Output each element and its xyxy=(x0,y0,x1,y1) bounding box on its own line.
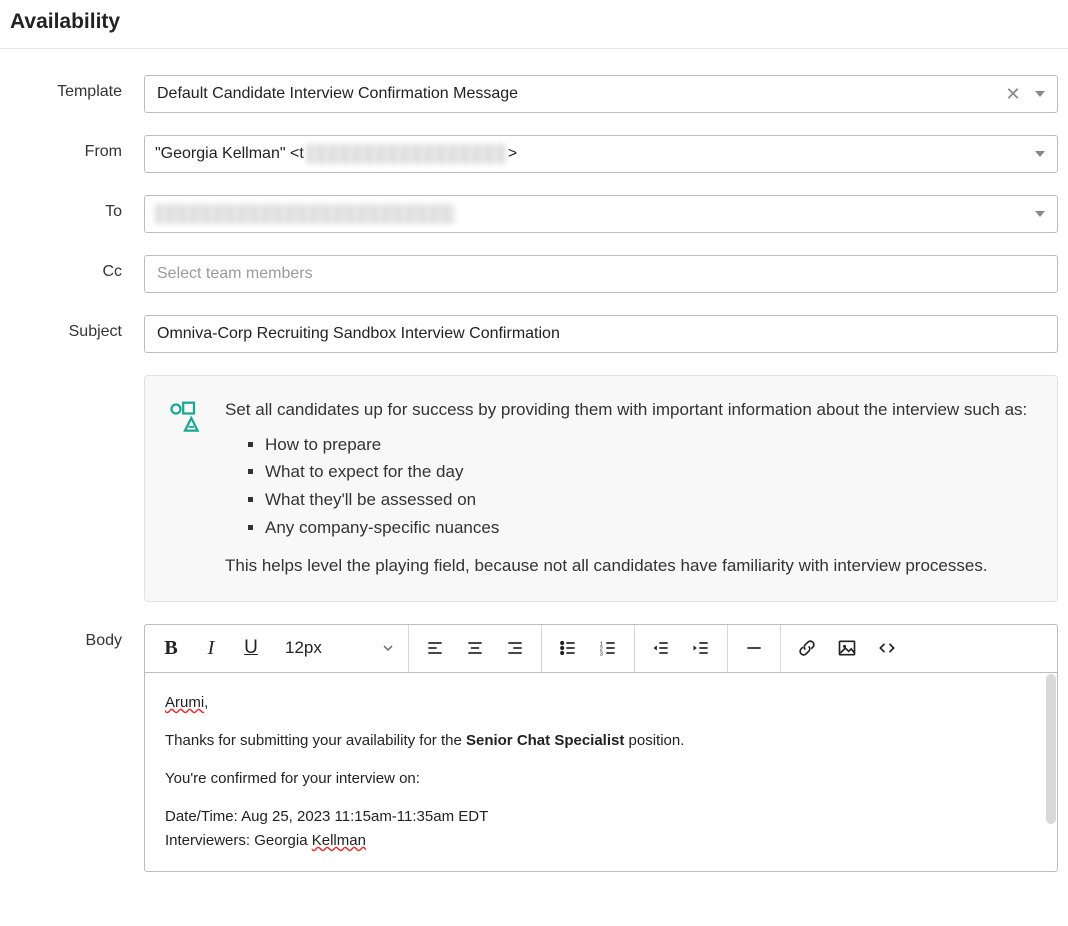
cc-label: Cc xyxy=(0,255,144,281)
editor-toolbar: B I U 12px 123 xyxy=(144,624,1058,672)
bold-button[interactable]: B xyxy=(151,628,191,668)
body-greeting-suffix: , xyxy=(204,694,208,711)
info-outro: This helps level the playing field, beca… xyxy=(225,554,1033,579)
body-line2: You're confirmed for your interview on: xyxy=(165,767,1037,791)
template-select-value: Default Candidate Interview Confirmation… xyxy=(157,85,518,102)
svg-text:3: 3 xyxy=(600,652,603,658)
from-prefix: "Georgia Kellman" <t xyxy=(155,145,304,163)
info-bullet-list: How to prepare What to expect for the da… xyxy=(265,433,1033,541)
chevron-down-icon xyxy=(382,642,394,654)
page-title: Availability xyxy=(0,0,1068,49)
align-right-button[interactable] xyxy=(495,628,535,668)
font-size-select[interactable]: 12px xyxy=(271,638,402,658)
template-clear-icon[interactable]: ✕ xyxy=(1001,76,1025,112)
info-intro: Set all candidates up for success by pro… xyxy=(225,398,1033,423)
align-left-button[interactable] xyxy=(415,628,455,668)
body-line1a: Thanks for submitting your availability … xyxy=(165,732,466,749)
editor-scrollbar[interactable] xyxy=(1046,674,1056,824)
chevron-down-icon xyxy=(1029,76,1051,112)
indent-button[interactable] xyxy=(681,628,721,668)
redacted-text xyxy=(155,204,455,224)
chevron-down-icon xyxy=(1029,196,1051,232)
template-label: Template xyxy=(0,75,144,101)
body-line4b: Kellman xyxy=(312,832,366,849)
to-select[interactable] xyxy=(144,195,1058,233)
ordered-list-button[interactable]: 123 xyxy=(588,628,628,668)
body-position-name: Senior Chat Specialist xyxy=(466,732,624,749)
link-button[interactable] xyxy=(787,628,827,668)
horizontal-rule-button[interactable] xyxy=(734,628,774,668)
cc-input[interactable] xyxy=(144,255,1058,293)
info-bullet: What to expect for the day xyxy=(265,460,1033,485)
outdent-button[interactable] xyxy=(641,628,681,668)
body-line1c: position. xyxy=(624,732,684,749)
from-select[interactable]: "Georgia Kellman" <t > xyxy=(144,135,1058,173)
code-button[interactable] xyxy=(867,628,907,668)
italic-button[interactable]: I xyxy=(191,628,231,668)
subject-input[interactable] xyxy=(144,315,1058,353)
info-bullet: What they'll be assessed on xyxy=(265,488,1033,513)
subject-label: Subject xyxy=(0,315,144,341)
to-label: To xyxy=(0,195,144,221)
from-label: From xyxy=(0,135,144,161)
from-suffix: > xyxy=(508,145,517,163)
info-bullet: How to prepare xyxy=(265,433,1033,458)
unordered-list-button[interactable] xyxy=(548,628,588,668)
info-bullet: Any company-specific nuances xyxy=(265,516,1033,541)
image-button[interactable] xyxy=(827,628,867,668)
body-line3: Date/Time: Aug 25, 2023 11:15am-11:35am … xyxy=(165,805,1037,829)
body-label: Body xyxy=(0,624,144,650)
body-line4a: Interviewers: Georgia xyxy=(165,832,312,849)
info-card: Set all candidates up for success by pro… xyxy=(144,375,1058,602)
availability-form: Template Default Candidate Interview Con… xyxy=(0,49,1068,872)
redacted-text xyxy=(306,144,506,164)
body-editor[interactable]: Arumi, Thanks for submitting your availa… xyxy=(144,672,1058,872)
align-center-button[interactable] xyxy=(455,628,495,668)
shapes-icon xyxy=(167,400,203,436)
body-line5: Let us know if you have any other questi… xyxy=(165,867,1037,872)
body-greeting-name: Arumi xyxy=(165,694,204,711)
underline-button[interactable]: U xyxy=(231,628,271,668)
chevron-down-icon xyxy=(1029,136,1051,172)
template-select[interactable]: Default Candidate Interview Confirmation… xyxy=(144,75,1058,113)
font-size-value: 12px xyxy=(285,638,322,658)
